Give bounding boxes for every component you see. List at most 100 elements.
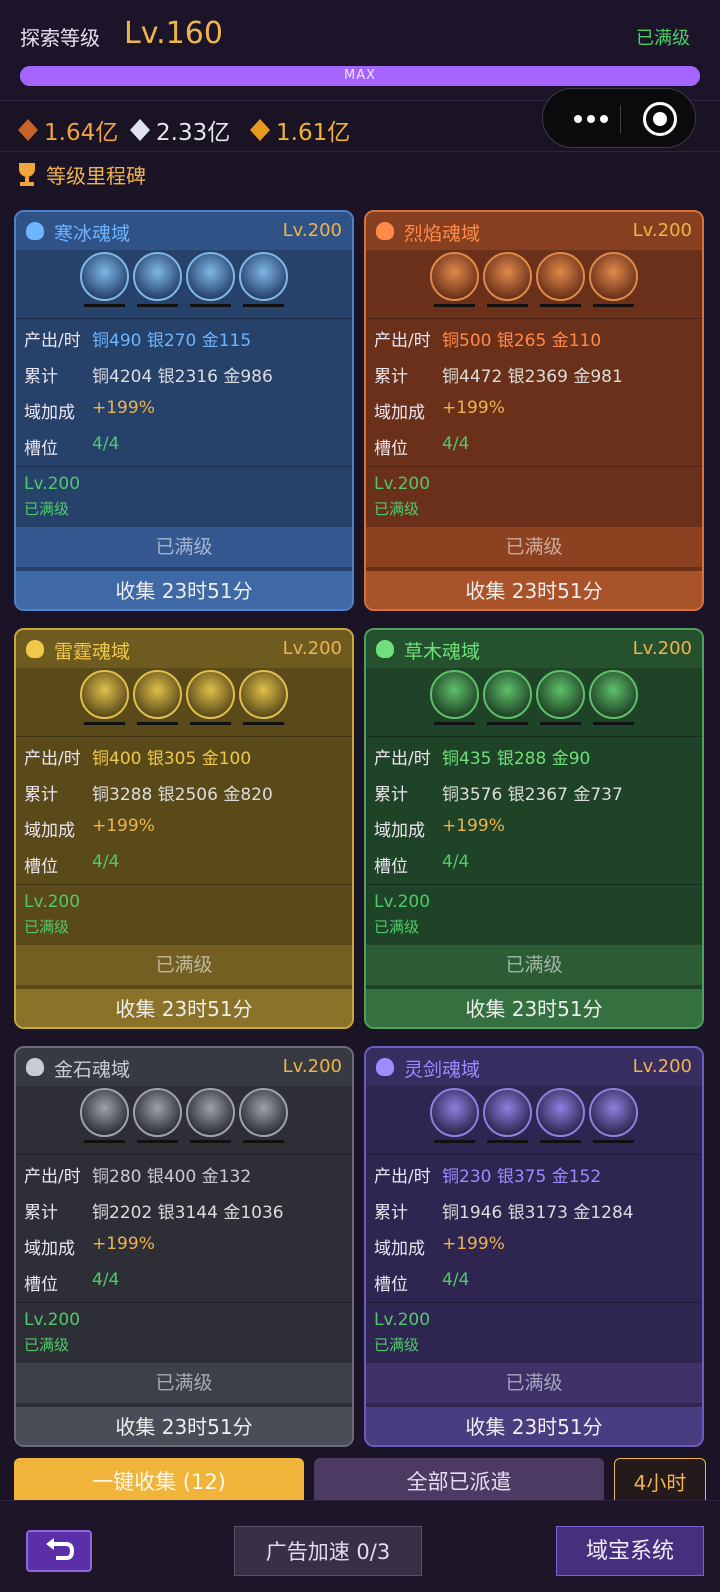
all-dispatched-button[interactable]: 全部已派遣 xyxy=(314,1458,604,1506)
hero-portrait-icon xyxy=(239,670,288,719)
bonus-row: 域加成 +199% xyxy=(24,398,155,423)
milestone-label: 等级里程碑 xyxy=(46,164,146,188)
explore-level-label: 探索等级 xyxy=(20,26,100,50)
hero-avatar[interactable] xyxy=(483,252,532,318)
total-value: 铜2202 银3144 金1036 xyxy=(92,1203,284,1223)
domain-treasure-button[interactable]: 域宝系统 xyxy=(556,1526,704,1576)
current-level: Lv.200 xyxy=(24,474,81,494)
collect-button[interactable]: 收集 23时51分 xyxy=(366,989,702,1027)
hero-slots xyxy=(16,1088,352,1154)
maxed-status: 已满级 xyxy=(636,28,690,49)
level-milestone-link[interactable]: 等级里程碑 xyxy=(16,160,146,189)
divider xyxy=(16,1154,352,1155)
current-level: Lv.200 xyxy=(24,1310,81,1330)
slots-label: 槽位 xyxy=(24,857,58,877)
collect-button[interactable]: 收集 23时51分 xyxy=(16,989,352,1027)
output-label: 产出/时 xyxy=(374,331,431,351)
silver-crystal-icon xyxy=(130,119,150,141)
total-value: 铜3288 银2506 金820 xyxy=(92,785,273,805)
collect-all-button[interactable]: 一键收集 (12) xyxy=(14,1458,304,1506)
collect-button[interactable]: 收集 23时51分 xyxy=(366,1407,702,1445)
output-row: 产出/时 铜400 银305 金100 xyxy=(24,744,251,769)
divider xyxy=(16,318,352,319)
hero-avatar[interactable] xyxy=(239,670,288,736)
domain-name: 寒冰魂域 xyxy=(54,223,131,245)
hero-avatar[interactable] xyxy=(589,1088,638,1154)
avatar-underbar xyxy=(593,1140,634,1143)
slots-value: 4/4 xyxy=(92,434,120,454)
total-row: 累计 铜3288 银2506 金820 xyxy=(24,780,273,805)
hero-avatar[interactable] xyxy=(483,1088,532,1154)
hero-avatar[interactable] xyxy=(80,1088,129,1154)
current-level: Lv.200 xyxy=(24,892,81,912)
output-row: 产出/时 铜280 银400 金132 xyxy=(24,1162,251,1187)
hero-avatar[interactable] xyxy=(589,670,638,736)
bonus-value: +199% xyxy=(442,398,505,418)
output-value: 铜230 银375 金152 xyxy=(442,1167,602,1187)
collect-button[interactable]: 收集 23时51分 xyxy=(16,1407,352,1445)
avatar-underbar xyxy=(540,722,581,725)
domain-card-header: 寒冰魂域 Lv.200 xyxy=(16,212,352,250)
more-menu-icon[interactable] xyxy=(561,89,621,149)
hero-portrait-icon xyxy=(483,670,532,719)
total-row: 累计 铜1946 银3173 金1284 xyxy=(374,1198,634,1223)
hero-avatar[interactable] xyxy=(430,670,479,736)
level-maxed-text: 已满级 xyxy=(24,918,70,936)
hero-avatar[interactable] xyxy=(133,1088,182,1154)
hero-avatar[interactable] xyxy=(589,252,638,318)
upgrade-maxed-button[interactable]: 已满级 xyxy=(366,1363,702,1403)
level-status: Lv.200 已满级 xyxy=(374,474,430,519)
upgrade-maxed-button[interactable]: 已满级 xyxy=(16,945,352,985)
domain-card-header: 烈焰魂域 Lv.200 xyxy=(366,212,702,250)
avatar-underbar xyxy=(487,1140,528,1143)
domain-card-header: 雷霆魂域 Lv.200 xyxy=(16,630,352,668)
hero-avatar[interactable] xyxy=(536,252,585,318)
output-row: 产出/时 铜500 银265 金110 xyxy=(374,326,601,351)
hero-avatar[interactable] xyxy=(186,252,235,318)
upgrade-maxed-button[interactable]: 已满级 xyxy=(366,945,702,985)
divider xyxy=(366,1154,702,1155)
hero-avatar[interactable] xyxy=(239,1088,288,1154)
upgrade-maxed-button[interactable]: 已满级 xyxy=(366,527,702,567)
total-label: 累计 xyxy=(374,785,408,805)
hero-avatar[interactable] xyxy=(536,1088,585,1154)
avatar-underbar xyxy=(593,722,634,725)
upgrade-maxed-button[interactable]: 已满级 xyxy=(16,1363,352,1403)
slots-row: 槽位 4/4 xyxy=(374,852,469,877)
capsule-divider xyxy=(620,105,621,133)
output-row: 产出/时 铜230 银375 金152 xyxy=(374,1162,601,1187)
hero-slots xyxy=(366,1088,702,1154)
total-row: 累计 铜4472 银2369 金981 xyxy=(374,362,623,387)
hero-avatar[interactable] xyxy=(80,670,129,736)
hero-portrait-icon xyxy=(80,670,129,719)
bonus-label: 域加成 xyxy=(24,403,75,423)
back-button[interactable] xyxy=(26,1530,92,1572)
hero-avatar[interactable] xyxy=(430,252,479,318)
output-value: 铜490 银270 金115 xyxy=(92,331,252,351)
hero-avatar[interactable] xyxy=(483,670,532,736)
hero-avatar[interactable] xyxy=(536,670,585,736)
collect-button[interactable]: 收集 23时51分 xyxy=(366,571,702,609)
avatar-underbar xyxy=(243,722,284,725)
hero-avatar[interactable] xyxy=(239,252,288,318)
hero-avatar[interactable] xyxy=(133,670,182,736)
total-label: 累计 xyxy=(24,785,58,805)
hero-avatar[interactable] xyxy=(186,670,235,736)
close-miniprogram-icon[interactable] xyxy=(643,102,677,136)
hero-avatar[interactable] xyxy=(430,1088,479,1154)
domain-card-header: 金石魂域 Lv.200 xyxy=(16,1048,352,1086)
divider xyxy=(16,884,352,885)
total-row: 累计 铜4204 银2316 金986 xyxy=(24,362,273,387)
duration-button[interactable]: 4小时 xyxy=(614,1458,706,1506)
output-label: 产出/时 xyxy=(374,1167,431,1187)
hero-avatar[interactable] xyxy=(186,1088,235,1154)
collect-button[interactable]: 收集 23时51分 xyxy=(16,571,352,609)
leaf-icon xyxy=(376,640,394,658)
hero-avatar[interactable] xyxy=(80,252,129,318)
current-level: Lv.200 xyxy=(374,474,431,494)
upgrade-maxed-button[interactable]: 已满级 xyxy=(16,527,352,567)
hero-avatar[interactable] xyxy=(133,252,182,318)
fire-icon xyxy=(376,222,394,240)
domain-name: 灵剑魂域 xyxy=(404,1059,481,1081)
ad-boost-button[interactable]: 广告加速 0/3 xyxy=(234,1526,422,1576)
